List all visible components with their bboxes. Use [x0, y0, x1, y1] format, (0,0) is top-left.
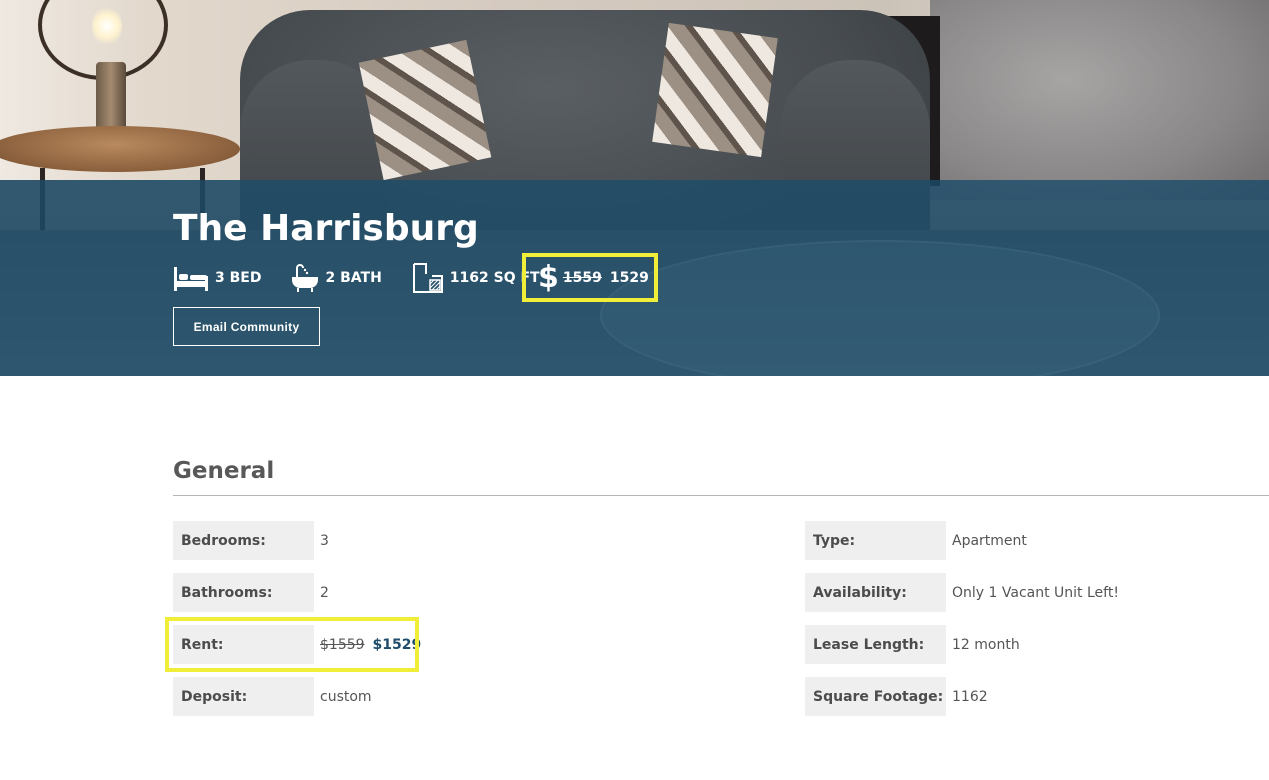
detail-row-lease-length: Lease Length: 12 month — [805, 625, 1020, 664]
detail-row-deposit: Deposit: custom — [173, 677, 372, 716]
detail-row-square-footage: Square Footage: 1162 — [805, 677, 988, 716]
bath-icon — [291, 263, 325, 293]
detail-label: Deposit: — [173, 677, 314, 716]
hero-photo-bed — [930, 0, 1269, 200]
detail-value: 1162 — [952, 688, 988, 705]
detail-value: Apartment — [952, 532, 1027, 549]
detail-value: 12 month — [952, 636, 1020, 653]
beds-label: 3 BED — [215, 270, 262, 286]
email-community-button[interactable]: Email Community — [173, 307, 320, 346]
detail-row-availability: Availability: Only 1 Vacant Unit Left! — [805, 573, 1119, 612]
detail-value: Only 1 Vacant Unit Left! — [952, 584, 1119, 601]
floorplan-stats: 3 BED 2 BATH 1162 SQ FT — [173, 262, 570, 294]
sqft-stat: 1162 SQ FT — [412, 262, 540, 294]
section-divider — [173, 495, 1269, 496]
detail-label: Square Footage: — [805, 677, 946, 716]
price-new: 1529 — [609, 269, 649, 286]
hero-photo-pillow — [652, 22, 778, 158]
dollar-icon: $ — [538, 259, 559, 295]
detail-label: Bathrooms: — [173, 573, 314, 612]
detail-label: Bedrooms: — [173, 521, 314, 560]
detail-value: 2 — [320, 584, 329, 601]
hero-photo-bulb — [92, 6, 122, 46]
detail-label: Lease Length: — [805, 625, 946, 664]
detail-row-bedrooms: Bedrooms: 3 — [173, 521, 329, 560]
price-old: 1559 — [562, 269, 602, 286]
floorplan-title: The Harrisburg — [173, 208, 479, 249]
bed-icon — [173, 264, 215, 292]
baths-stat: 2 BATH — [291, 262, 382, 294]
detail-row-bathrooms: Bathrooms: 2 — [173, 573, 329, 612]
detail-label: Availability: — [805, 573, 946, 612]
price-highlight: $ 1559 1529 — [522, 253, 658, 302]
detail-row-type: Type: Apartment — [805, 521, 1027, 560]
rent-highlight — [165, 617, 419, 672]
hero-photo-side-table — [0, 126, 240, 172]
general-section-title: General — [173, 458, 275, 484]
baths-label: 2 BATH — [325, 270, 382, 286]
floorplan-icon — [412, 262, 450, 294]
detail-value: custom — [320, 688, 372, 705]
beds-stat: 3 BED — [173, 262, 261, 294]
detail-value: 3 — [320, 532, 329, 549]
detail-label: Type: — [805, 521, 946, 560]
